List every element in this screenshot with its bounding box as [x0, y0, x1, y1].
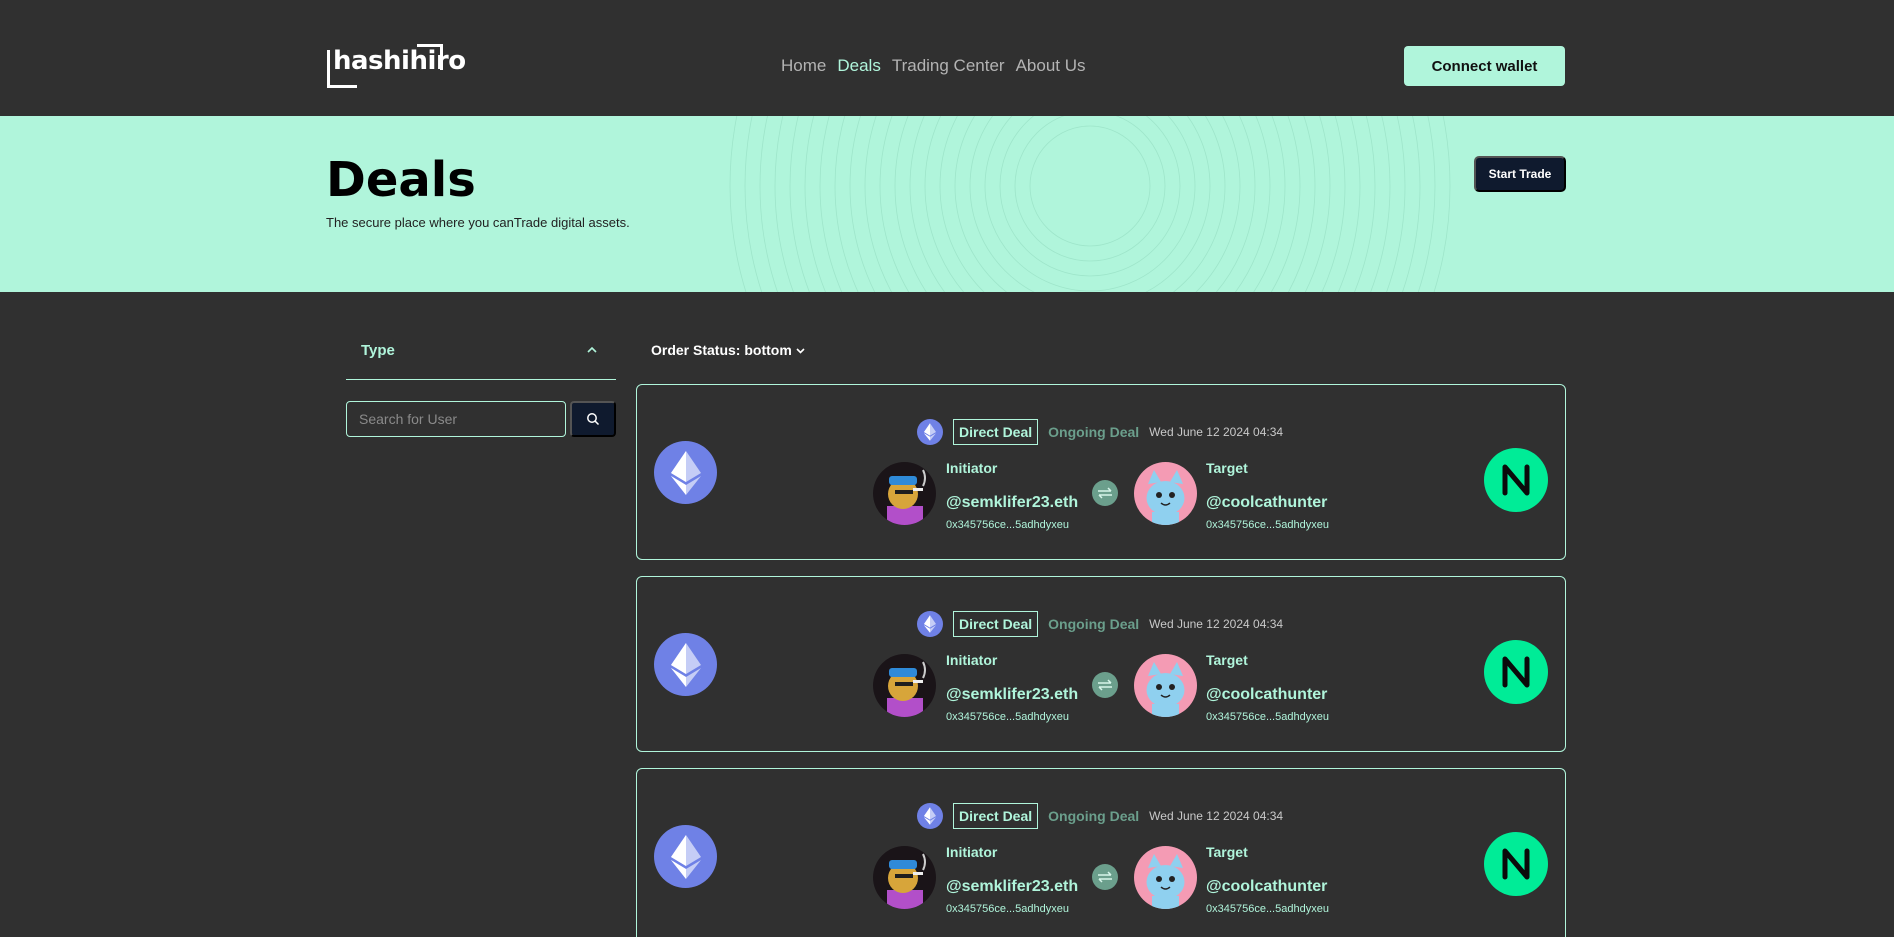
swap-arrows-icon: [1092, 672, 1118, 698]
chevron-down-icon: [796, 347, 805, 354]
target-avatar[interactable]: [1134, 654, 1197, 717]
hero-banner: Deals The secure place where you canTrad…: [0, 116, 1894, 292]
ethereum-icon: [917, 611, 943, 637]
near-icon: [1484, 448, 1548, 512]
target-name[interactable]: @coolcathunter: [1206, 686, 1327, 704]
order-status-label: Order Status: bottom: [651, 342, 792, 358]
top-header: hashihiro Home Deals Trading Center Abou…: [0, 0, 1894, 116]
deal-type-badge: Direct Deal: [953, 803, 1039, 829]
nav-deals[interactable]: Deals: [837, 56, 880, 76]
target-name[interactable]: @coolcathunter: [1206, 878, 1327, 896]
chevron-up-icon: [587, 346, 597, 353]
hashihiro-logo[interactable]: hashihiro: [327, 44, 466, 88]
deal-date: Wed June 12 2024 04:34: [1149, 809, 1284, 823]
deal-meta: Direct Deal Ongoing Deal Wed June 12 202…: [917, 417, 1283, 447]
initiator-role: Initiator: [946, 844, 998, 860]
connect-wallet-button[interactable]: Connect wallet: [1404, 46, 1565, 86]
target-address: 0x345756ce...5adhdyxeu: [1206, 711, 1329, 723]
target-avatar[interactable]: [1134, 462, 1197, 525]
deal-card[interactable]: Direct Deal Ongoing Deal Wed June 12 202…: [636, 576, 1566, 752]
order-status-dropdown[interactable]: Order Status: bottom: [651, 342, 806, 358]
nav-trading-center[interactable]: Trading Center: [892, 56, 1005, 76]
initiator-role: Initiator: [946, 460, 998, 476]
swap-arrows-icon: [1092, 864, 1118, 890]
page-title: Deals: [326, 152, 476, 208]
target-role: Target: [1206, 460, 1248, 476]
target-avatar[interactable]: [1134, 846, 1197, 909]
type-filter-toggle[interactable]: Type: [346, 338, 616, 380]
target-address: 0x345756ce...5adhdyxeu: [1206, 903, 1329, 915]
target-name[interactable]: @coolcathunter: [1206, 494, 1327, 512]
initiator-address: 0x345756ce...5adhdyxeu: [946, 711, 1069, 723]
main-nav: Home Deals Trading Center About Us: [781, 56, 1086, 76]
target-role: Target: [1206, 844, 1248, 860]
deal-type-badge: Direct Deal: [953, 419, 1039, 445]
ethereum-icon: [654, 825, 717, 888]
page-subtitle: The secure place where you canTrade digi…: [326, 215, 630, 230]
initiator-avatar[interactable]: [873, 654, 936, 717]
search-button[interactable]: [570, 401, 616, 437]
initiator-name[interactable]: @semklifer23.eth: [946, 878, 1078, 896]
deal-status: Ongoing Deal: [1048, 808, 1140, 824]
ethereum-icon: [917, 803, 943, 829]
start-trade-button[interactable]: Start Trade: [1474, 156, 1566, 192]
deal-status: Ongoing Deal: [1048, 616, 1140, 632]
near-icon: [1484, 832, 1548, 896]
nav-home[interactable]: Home: [781, 56, 826, 76]
initiator-avatar[interactable]: [873, 846, 936, 909]
type-filter-label: Type: [361, 342, 395, 359]
deal-status: Ongoing Deal: [1048, 424, 1140, 440]
deal-meta: Direct Deal Ongoing Deal Wed June 12 202…: [917, 801, 1283, 831]
target-address: 0x345756ce...5adhdyxeu: [1206, 519, 1329, 531]
initiator-name[interactable]: @semklifer23.eth: [946, 494, 1078, 512]
deal-date: Wed June 12 2024 04:34: [1149, 617, 1284, 631]
deal-meta: Direct Deal Ongoing Deal Wed June 12 202…: [917, 609, 1283, 639]
logo-text: hashihiro: [333, 46, 466, 76]
swap-arrows-icon: [1092, 480, 1118, 506]
initiator-name[interactable]: @semklifer23.eth: [946, 686, 1078, 704]
deal-card[interactable]: Direct Deal Ongoing Deal Wed June 12 202…: [636, 768, 1566, 937]
deal-card[interactable]: Direct Deal Ongoing Deal Wed June 12 202…: [636, 384, 1566, 560]
deal-date: Wed June 12 2024 04:34: [1149, 425, 1284, 439]
target-role: Target: [1206, 652, 1248, 668]
initiator-avatar[interactable]: [873, 462, 936, 525]
ethereum-icon: [654, 633, 717, 696]
nav-about-us[interactable]: About Us: [1016, 56, 1086, 76]
near-icon: [1484, 640, 1548, 704]
initiator-address: 0x345756ce...5adhdyxeu: [946, 519, 1069, 531]
search-icon: [587, 413, 600, 426]
deal-type-badge: Direct Deal: [953, 611, 1039, 637]
ethereum-icon: [654, 441, 717, 504]
search-user-input[interactable]: [346, 401, 566, 437]
hero-decorative-rings: [729, 116, 1451, 292]
initiator-role: Initiator: [946, 652, 998, 668]
ethereum-icon: [917, 419, 943, 445]
initiator-address: 0x345756ce...5adhdyxeu: [946, 903, 1069, 915]
